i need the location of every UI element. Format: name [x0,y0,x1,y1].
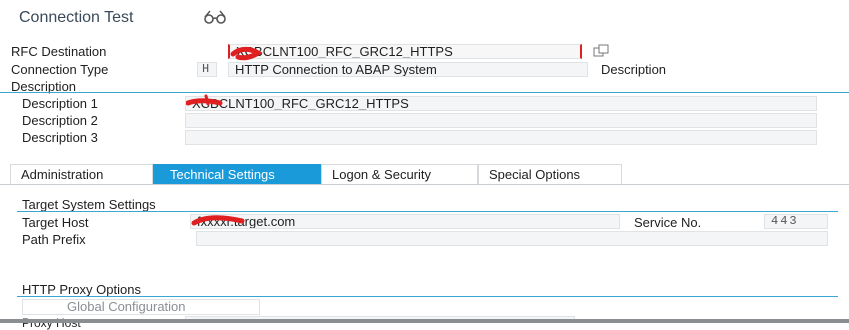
proxy-section-title: HTTP Proxy Options [22,282,141,297]
tab-administration[interactable]: Administration [10,164,153,184]
description-2-label: Description 2 [22,113,98,128]
path-prefix-label: Path Prefix [22,232,86,247]
target-system-section-title: Target System Settings [22,197,156,212]
connection-type-label: Connection Type [11,62,109,77]
redaction-mark [186,94,223,106]
page-title: Connection Test [19,9,134,26]
service-number-label: Service No. [634,215,702,230]
rfc-destination-label: RFC Destination [11,44,107,59]
header-divider [0,92,849,93]
description-1-field[interactable]: XCBCLNT100_RFC_GRC12_HTTPS [185,96,817,111]
global-configuration-button[interactable]: Global Configuration [22,299,260,315]
service-number-field[interactable]: 443 [764,214,828,229]
path-prefix-field[interactable] [196,231,828,246]
rfc-destination-field[interactable]: XCBCLNT100_RFC_GRC12_HTTPS [228,44,582,59]
redaction-mark [230,46,263,61]
tab-logon-security[interactable]: Logon & Security [321,164,478,184]
redaction-mark [191,215,245,226]
copy-icon[interactable] [592,44,612,58]
target-host-label: Target Host [22,215,89,230]
target-host-field[interactable]: fxxxxr.target.com [190,214,620,229]
proxy-section-divider [17,296,838,297]
bottom-scroll-edge [0,319,849,323]
description-3-field[interactable] [185,130,817,145]
description-1-label: Description 1 [22,96,98,111]
tab-technical-settings[interactable]: Technical Settings [153,164,321,184]
description-button[interactable]: Description [601,62,666,77]
tab-strip-divider [0,184,849,185]
glasses-icon[interactable] [201,9,231,27]
connection-type-code-field[interactable]: H [197,62,217,77]
description-2-field[interactable] [185,113,817,128]
connection-type-field: HTTP Connection to ABAP System [228,62,588,77]
tab-special-options[interactable]: Special Options [478,164,622,184]
description-3-label: Description 3 [22,130,98,145]
target-section-divider [17,211,838,212]
